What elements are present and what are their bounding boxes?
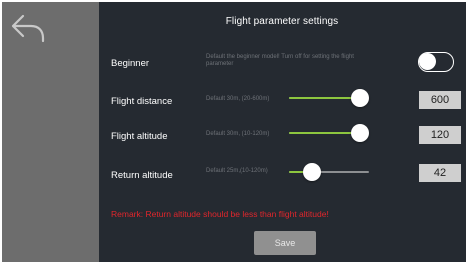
slider-thumb[interactable] <box>303 163 322 181</box>
flight-altitude-hint: Default 30m, (10-120m) <box>206 131 270 137</box>
toggle-knob <box>419 53 436 70</box>
slider-fill <box>289 132 360 134</box>
slider-thumb[interactable] <box>351 89 369 107</box>
return-altitude-value[interactable]: 42 <box>419 164 461 182</box>
flight-altitude-slider[interactable] <box>289 123 369 143</box>
flight-distance-label: Flight distance <box>111 96 173 107</box>
flight-distance-hint: Default 30m, (20-600m) <box>206 96 270 102</box>
sidebar <box>2 2 99 262</box>
beginner-label: Beginner <box>111 58 150 69</box>
beginner-hint: Default the beginner model! Turn off for… <box>206 54 354 67</box>
slider-fill <box>289 97 360 99</box>
flight-altitude-label: Flight altitude <box>111 131 168 142</box>
flight-distance-value[interactable]: 600 <box>419 91 461 109</box>
page-title: Flight parameter settings <box>225 16 339 27</box>
return-altitude-label: Return altitude <box>111 170 173 181</box>
remark-text: Remark: Return altitude should be less t… <box>111 209 329 219</box>
flight-altitude-value[interactable]: 120 <box>419 126 461 144</box>
flight-distance-slider[interactable] <box>289 88 369 108</box>
back-arrow-icon <box>11 14 45 43</box>
return-altitude-hint: Default 25m,(10-120m) <box>206 168 268 174</box>
save-button[interactable]: Save <box>254 231 316 255</box>
back-button[interactable] <box>9 12 47 44</box>
beginner-toggle[interactable] <box>418 52 454 72</box>
slider-thumb[interactable] <box>351 124 369 142</box>
return-altitude-slider[interactable] <box>289 162 369 182</box>
